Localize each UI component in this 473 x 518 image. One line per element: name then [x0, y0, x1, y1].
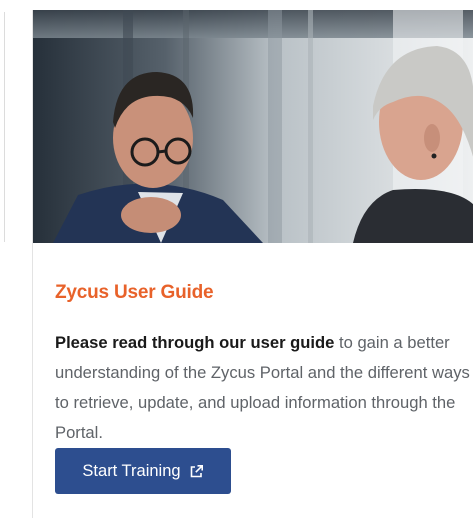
start-training-button[interactable]: Start Training	[55, 448, 231, 494]
divider	[4, 12, 5, 242]
card-title: Zycus User Guide	[55, 282, 214, 303]
hero-illustration	[33, 10, 473, 243]
start-training-label: Start Training	[82, 461, 181, 480]
card-description-emphasis: Please read through our user guide	[55, 333, 335, 352]
external-link-icon	[189, 464, 204, 479]
hero-image	[33, 10, 473, 243]
adjacent-card-edge	[0, 0, 10, 518]
user-guide-card: Zycus User Guide Please read through our…	[32, 10, 473, 518]
card-description: Please read through our user guide to ga…	[55, 328, 470, 448]
